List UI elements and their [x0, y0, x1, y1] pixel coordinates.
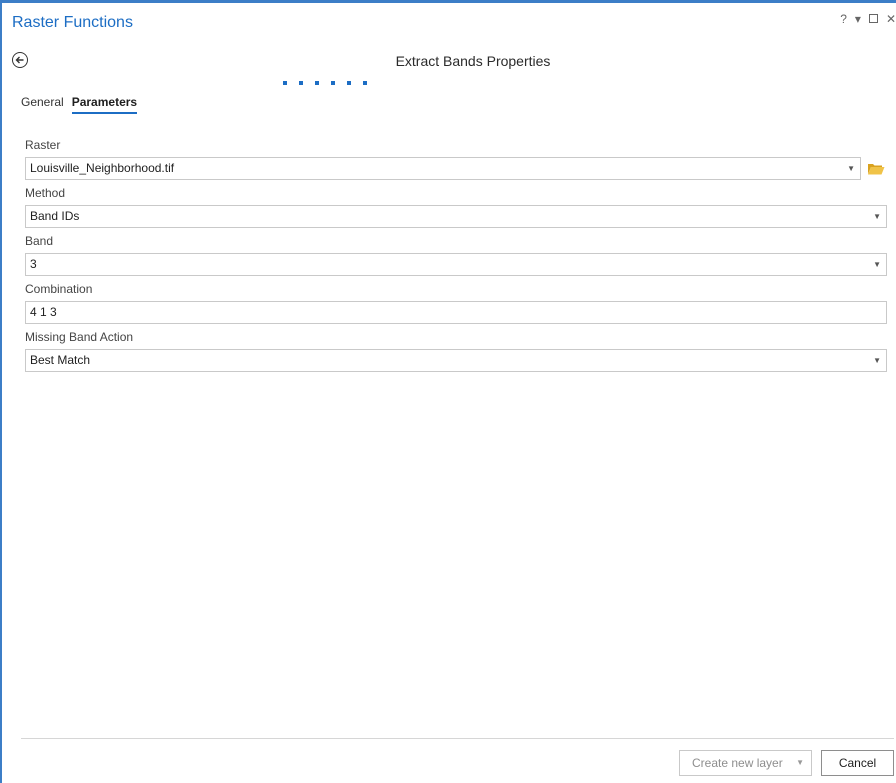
method-label: Method — [25, 186, 66, 200]
combination-label: Combination — [25, 282, 93, 296]
method-value: Band IDs — [30, 209, 80, 223]
tab-bar: General Parameters — [21, 95, 138, 114]
close-icon[interactable]: ✕ — [886, 12, 896, 26]
band-label: Band — [25, 234, 54, 248]
loading-dot — [347, 81, 351, 85]
combination-value: 4 1 3 — [30, 305, 57, 319]
raster-dropdown[interactable]: Louisville_Neighborhood.tif ▼ — [25, 157, 861, 180]
footer-divider — [21, 738, 894, 739]
page-title: Extract Bands Properties — [395, 53, 551, 69]
loading-dot — [363, 81, 367, 85]
options-dropdown-icon[interactable]: ▾ — [855, 12, 861, 26]
create-new-layer-label: Create new layer — [692, 756, 783, 770]
chevron-down-icon: ▼ — [873, 356, 881, 365]
browse-button[interactable] — [865, 157, 887, 180]
loading-dot — [283, 81, 287, 85]
chevron-down-icon: ▼ — [873, 260, 881, 269]
create-new-layer-button[interactable]: Create new layer ▼ — [679, 750, 812, 776]
method-dropdown[interactable]: Band IDs ▼ — [25, 205, 887, 228]
help-icon[interactable]: ? — [840, 12, 847, 26]
maximize-icon[interactable] — [868, 14, 878, 23]
raster-label: Raster — [25, 138, 61, 152]
folder-icon — [868, 163, 885, 174]
chevron-down-icon[interactable]: ▼ — [796, 751, 804, 775]
chevron-down-icon: ▼ — [873, 212, 881, 221]
missing-band-action-value: Best Match — [30, 353, 91, 367]
missing-band-action-dropdown[interactable]: Best Match ▼ — [25, 349, 887, 372]
tab-parameters[interactable]: Parameters — [71, 95, 138, 114]
missing-band-action-label: Missing Band Action — [25, 330, 134, 344]
pane-left-border — [0, 0, 2, 783]
combination-input[interactable]: 4 1 3 — [25, 301, 887, 324]
loading-dot — [299, 81, 303, 85]
pane-window-controls: ? ▾ ✕ — [840, 12, 896, 26]
loading-dot — [331, 81, 335, 85]
pane-top-border — [0, 0, 896, 3]
cancel-button[interactable]: Cancel — [821, 750, 894, 776]
chevron-down-icon: ▼ — [847, 164, 855, 173]
loading-indicator — [283, 81, 367, 85]
band-value: 3 — [30, 257, 37, 271]
tab-general[interactable]: General — [21, 95, 64, 114]
pane-title: Raster Functions — [12, 14, 133, 31]
raster-value: Louisville_Neighborhood.tif — [30, 161, 175, 175]
loading-dot — [315, 81, 319, 85]
parameters-form: Raster Louisville_Neighborhood.tif ▼ Met… — [25, 138, 888, 378]
band-dropdown[interactable]: 3 ▼ — [25, 253, 887, 276]
